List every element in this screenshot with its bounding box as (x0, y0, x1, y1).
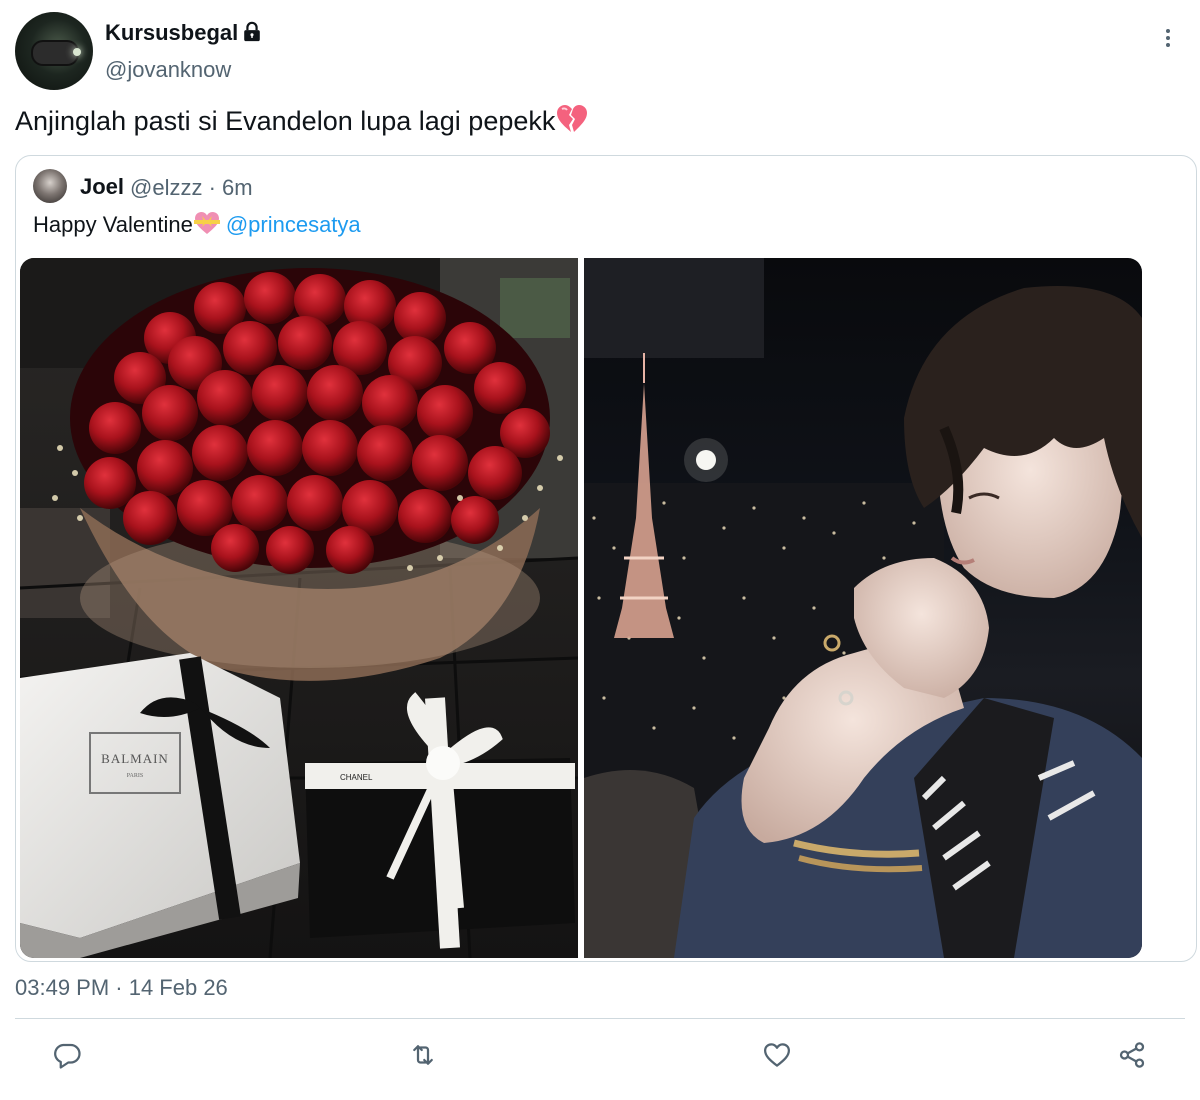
more-options-icon[interactable] (1156, 26, 1180, 50)
author-display-name[interactable]: Kursusbegal (105, 20, 238, 46)
quoted-tweet[interactable]: Joel @elzzz · 6m Happy Valentine @prince… (15, 155, 1197, 962)
retweet-icon[interactable] (408, 1040, 438, 1070)
quoted-display-name[interactable]: Joel (80, 174, 124, 200)
avatar-headlight (73, 48, 81, 56)
reply-icon[interactable] (52, 1040, 82, 1070)
author-handle[interactable]: @jovanknow (105, 57, 231, 83)
quoted-text-content: Happy Valentine (33, 212, 193, 237)
tweet-text: Anjinglah pasti si Evandelon lupa lagi p… (15, 104, 588, 137)
quoted-text: Happy Valentine @princesatya (33, 211, 361, 238)
divider (15, 1018, 1185, 1019)
tweet-text-content: Anjinglah pasti si Evandelon lupa lagi p… (15, 106, 556, 136)
share-icon[interactable] (1117, 1040, 1147, 1070)
media-image-roses[interactable]: BALMAIN PARIS CHANEL (20, 258, 578, 958)
heart-with-ribbon-emoji (193, 212, 220, 234)
lock-icon (244, 21, 260, 42)
balmain-paris-text: PARIS (127, 773, 143, 779)
broken-heart-emoji (557, 105, 588, 132)
avatar-motorbike (33, 42, 77, 64)
chanel-ribbon-text: CHANEL (340, 773, 373, 782)
quoted-avatar[interactable] (33, 169, 67, 203)
balmain-logo-text: BALMAIN (101, 751, 169, 766)
like-icon[interactable] (762, 1040, 792, 1070)
author-avatar[interactable] (15, 12, 93, 90)
tweet-timestamp[interactable]: 03:49 PM · 14 Feb 26 (15, 975, 228, 1001)
quoted-meta: @elzzz · 6m (130, 175, 253, 200)
quoted-mention-link[interactable]: @princesatya (226, 212, 361, 237)
media-image-night-city[interactable] (584, 258, 1142, 958)
